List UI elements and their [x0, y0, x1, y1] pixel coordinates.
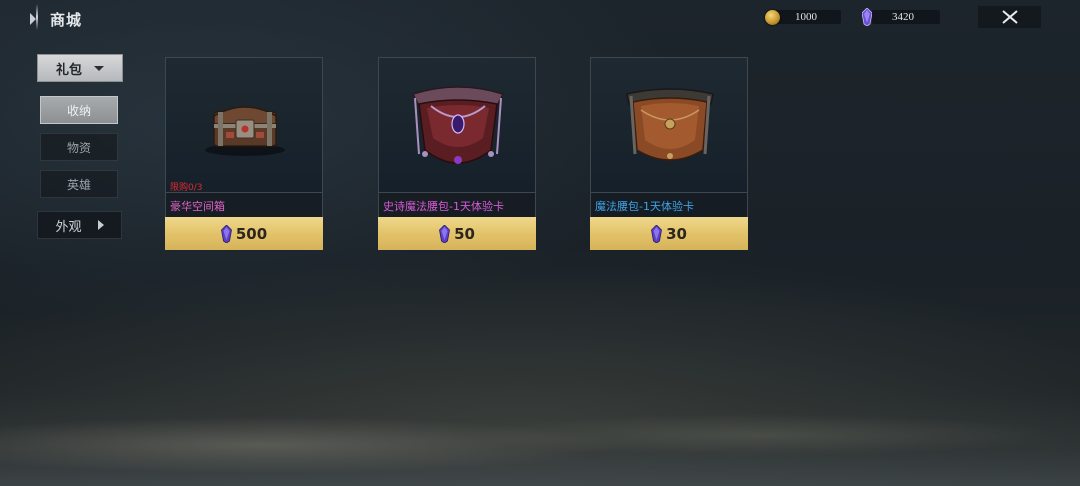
product-card-luxury-chest[interactable]: 限购0/3 豪华空间箱 500: [165, 57, 323, 250]
epic-waist-pouch-icon: [411, 86, 505, 164]
category-dropdown-label: 礼包: [55, 62, 82, 78]
product-image: 限购0/3: [165, 57, 323, 193]
gold-amount: 1000: [795, 11, 817, 23]
gold-currency: 1000: [765, 9, 841, 25]
gem-currency: 3420: [862, 8, 940, 26]
treasure-chest-icon: [205, 106, 285, 156]
product-name: 魔法腰包-1天体验卡: [595, 200, 694, 213]
price-button[interactable]: 30: [590, 217, 748, 250]
product-name-row: 豪华空间箱: [165, 193, 323, 217]
gold-coin-icon: [765, 9, 780, 25]
price-value: 50: [454, 224, 475, 243]
purple-gem-icon: [220, 224, 232, 243]
product-card-epic-pouch[interactable]: 史诗魔法腰包-1天体验卡 50: [378, 57, 536, 250]
category-appearance-label: 外观: [55, 219, 82, 235]
chevron-right-icon: [97, 220, 104, 230]
product-name-row: 史诗魔法腰包-1天体验卡: [378, 193, 536, 217]
purchase-limit-badge: 限购0/3: [170, 183, 203, 193]
product-name: 史诗魔法腰包-1天体验卡: [383, 200, 504, 213]
gem-amount: 3420: [892, 11, 914, 23]
subnav-item-heroes[interactable]: 英雄: [40, 170, 118, 198]
title-chevron-icon: [30, 13, 36, 25]
page-title: 商城: [50, 10, 83, 29]
purple-gem-icon: [439, 224, 450, 243]
background-shoreline: [0, 395, 1080, 486]
product-name-row: 魔法腰包-1天体验卡: [590, 193, 748, 217]
subnav-item-supplies[interactable]: 物资: [40, 133, 118, 161]
close-icon: [1001, 10, 1018, 24]
product-image: [378, 57, 536, 193]
product-name: 豪华空间箱: [170, 200, 225, 213]
close-button[interactable]: [978, 6, 1041, 28]
purple-gem-icon: [862, 8, 872, 26]
chevron-down-icon: [94, 65, 104, 71]
product-image: [590, 57, 748, 193]
price-value: 500: [235, 224, 268, 243]
subnav-item-storage[interactable]: 收纳: [40, 96, 118, 124]
price-button[interactable]: 500: [165, 217, 323, 250]
purple-gem-icon: [651, 224, 662, 243]
leather-waist-pouch-icon: [626, 88, 714, 161]
page-header: 商城: [30, 8, 82, 30]
price-button[interactable]: 50: [378, 217, 536, 250]
category-appearance[interactable]: 外观: [37, 211, 122, 239]
price-value: 30: [666, 224, 687, 243]
category-dropdown[interactable]: 礼包: [37, 54, 123, 82]
product-card-magic-pouch[interactable]: 魔法腰包-1天体验卡 30: [590, 57, 748, 250]
